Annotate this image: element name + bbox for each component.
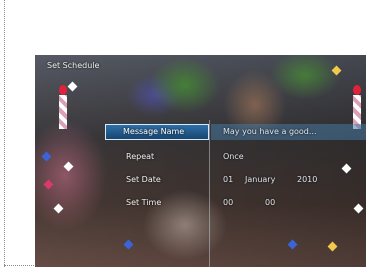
frame-border-left [4,0,5,267]
date-year-value: 2010 [297,175,318,184]
time-minute-value: 00 [265,198,276,207]
time-hour-value: 00 [223,198,234,207]
menu-divider [209,120,210,267]
menu-item-message-name[interactable]: Message Name [105,124,209,140]
message-name-value: May you have a good... [223,127,317,136]
schedule-menu: Message Name Repeat Set Date Set Time Ma… [35,55,366,267]
date-month-value: January [245,175,276,184]
menu-item-set-time[interactable]: Set Time [105,195,209,211]
menu-item-repeat[interactable]: Repeat [105,149,209,165]
repeat-value: Once [223,152,244,161]
photo-frame-screen: Set Schedule Message Name Repeat Set Dat… [35,55,366,267]
menu-item-set-date[interactable]: Set Date [105,172,209,188]
date-day-value: 01 [223,175,234,184]
